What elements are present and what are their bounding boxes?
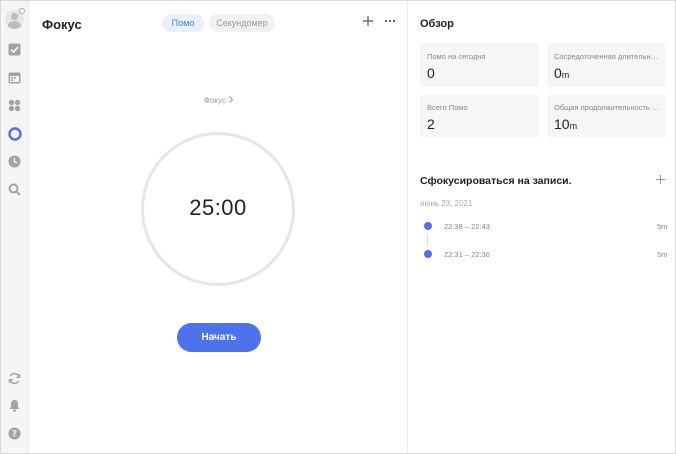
stat-value: 0m bbox=[554, 65, 569, 81]
record-dot-icon bbox=[424, 222, 432, 230]
stat-value-number: 0 bbox=[427, 65, 435, 81]
start-button[interactable]: Начать bbox=[177, 323, 261, 352]
stat-value: 2 bbox=[427, 116, 435, 132]
record-timeline-line bbox=[427, 234, 428, 246]
grid-icon bbox=[8, 99, 21, 112]
avatar-status-dot bbox=[19, 8, 25, 14]
stat-value-number: 2 bbox=[427, 116, 435, 132]
record-time[interactable]: 22:38 – 22:43 bbox=[444, 222, 490, 231]
plus-icon bbox=[363, 16, 373, 26]
sidebar: ? bbox=[1, 1, 29, 453]
sidebar-item-sync[interactable] bbox=[6, 370, 23, 387]
stat-label: Всего Помо bbox=[427, 103, 468, 112]
avatar-head bbox=[11, 13, 18, 20]
plus-icon bbox=[656, 175, 665, 184]
add-record-button[interactable] bbox=[656, 172, 665, 187]
record-duration: 5m bbox=[657, 222, 668, 231]
sidebar-item-matrix[interactable] bbox=[6, 97, 23, 114]
bell-icon bbox=[9, 400, 20, 412]
sidebar-item-pomodoro[interactable] bbox=[6, 125, 23, 142]
stat-card-focused-duration: Сосредоточенная длительность 0m bbox=[547, 43, 666, 87]
sidebar-item-notifications[interactable] bbox=[6, 397, 23, 414]
chevron-right-icon bbox=[229, 96, 234, 103]
records-date: июнь 23, 2021 bbox=[420, 199, 473, 208]
stat-value-number: 0 bbox=[554, 65, 562, 81]
overview-title: Обзор bbox=[420, 18, 454, 30]
more-button[interactable] bbox=[384, 11, 396, 29]
overview-pane: Обзор Помо на сегодня 0 Сосредоточенная … bbox=[409, 1, 675, 453]
check-square-icon bbox=[8, 43, 21, 56]
sidebar-item-help[interactable]: ? bbox=[6, 425, 23, 442]
search-icon bbox=[8, 183, 21, 196]
pomodoro-icon bbox=[7, 126, 22, 141]
help-icon: ? bbox=[8, 427, 21, 440]
record-duration: 5m bbox=[657, 250, 668, 259]
stat-value-number: 10 bbox=[554, 116, 570, 132]
stat-label: Сосредоточенная длительность bbox=[554, 52, 662, 61]
clock-icon bbox=[8, 155, 21, 168]
tab-pomo[interactable]: Помо bbox=[162, 14, 204, 32]
stat-value: 10m bbox=[554, 116, 577, 132]
stat-value-unit: m bbox=[561, 70, 570, 80]
calendar-icon bbox=[8, 72, 21, 84]
stat-label: Общая продолжительность фокуса bbox=[554, 103, 662, 112]
add-button[interactable] bbox=[363, 13, 373, 30]
stat-card-today-pomo: Помо на сегодня 0 bbox=[420, 43, 539, 87]
focus-pane: Фокус Помо Секундомер Фокус 25:00 Начать bbox=[30, 1, 408, 453]
sync-icon bbox=[8, 372, 21, 385]
avatar-body bbox=[8, 21, 21, 29]
help-icon-glyph: ? bbox=[12, 430, 17, 440]
timer-display: 25:00 bbox=[189, 195, 247, 220]
app-window: ? Фокус Помо Секундомер Фокус 25:00 Нача… bbox=[0, 0, 676, 454]
record-time[interactable]: 22:31 – 22:36 bbox=[444, 250, 490, 259]
focus-task-link[interactable]: Фокус bbox=[30, 96, 408, 105]
record-dot-icon bbox=[424, 250, 432, 258]
sidebar-item-search[interactable] bbox=[6, 181, 23, 198]
records-title: Сфокусироваться на записи. bbox=[420, 175, 572, 187]
stat-value-unit: m bbox=[569, 121, 578, 131]
stat-value: 0 bbox=[427, 65, 435, 81]
sidebar-item-tasks[interactable] bbox=[6, 41, 23, 58]
sidebar-item-calendar[interactable] bbox=[6, 69, 23, 86]
more-horizontal-icon bbox=[384, 19, 396, 23]
focus-task-link-label: Фокус bbox=[203, 96, 226, 105]
stat-label: Помо на сегодня bbox=[427, 52, 486, 61]
page-title: Фокус bbox=[42, 17, 82, 32]
stat-card-total-pomo: Всего Помо 2 bbox=[420, 94, 539, 138]
sidebar-item-habits[interactable] bbox=[6, 153, 23, 170]
tab-stopwatch[interactable]: Секундомер bbox=[209, 14, 275, 32]
stat-card-total-duration: Общая продолжительность фокуса 10m bbox=[547, 94, 666, 138]
